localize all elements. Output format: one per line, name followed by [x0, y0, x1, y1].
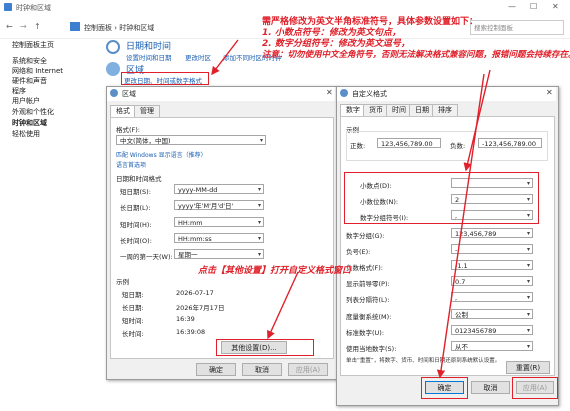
annotation-arrows — [211, 39, 491, 379]
arrow-to-other-settings — [267, 271, 299, 340]
arrow-to-ok-button — [436, 73, 485, 379]
arrow-to-region-link — [211, 39, 239, 76]
